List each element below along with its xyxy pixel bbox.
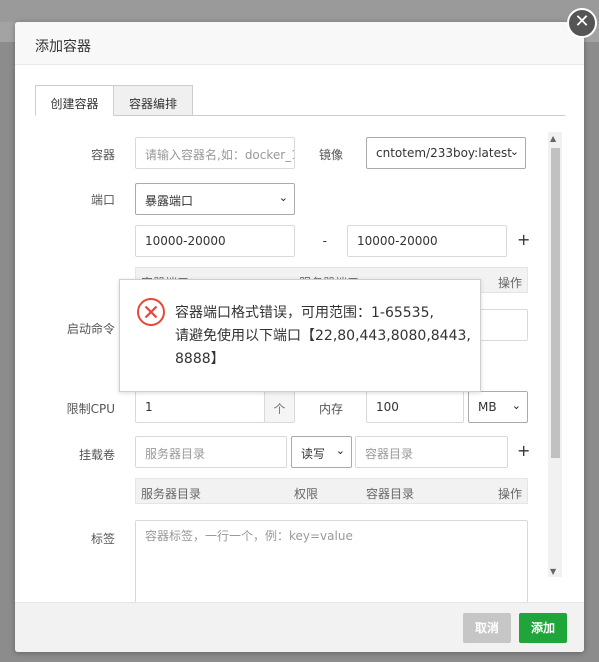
chevron-down-icon: ⌄ [278, 191, 288, 204]
volume-server-dir-input[interactable]: 服务器目录 [135, 436, 287, 468]
tags-textarea[interactable]: 容器标签，一行一个，例：key=value [135, 520, 528, 602]
cpu-label: 限制CPU [66, 402, 115, 416]
port-label: 端口 [90, 193, 115, 207]
volume-container-dir-input[interactable]: 容器目录 [355, 436, 508, 468]
chevron-down-icon: ⌄ [511, 399, 521, 412]
volume-table-col-action: 操作 [497, 487, 522, 501]
cpu-input[interactable]: 1 [135, 391, 265, 423]
container-port-range-input[interactable]: 10000-20000 [135, 225, 295, 257]
tab-bar: 创建容器 容器编排 [35, 85, 565, 116]
scroll-up-arrow-icon[interactable]: ▲ [550, 134, 556, 143]
port-range-separator: - [322, 234, 327, 248]
image-select[interactable]: cntotem/233boy:latest ⌄ [366, 137, 526, 169]
tags-label: 标签 [90, 532, 115, 546]
volume-table-col-permission: 权限 [294, 487, 319, 501]
form-scrollbar-thumb[interactable] [551, 148, 560, 458]
memory-unit-select[interactable]: MB ⌄ [468, 391, 528, 423]
tab-container-orchestration[interactable]: 容器编排 [114, 85, 193, 116]
port-mode-value: 暴露端口 [145, 194, 194, 208]
memory-label: 内存 [318, 402, 343, 416]
chevron-down-icon: ⌄ [509, 145, 519, 158]
memory-input[interactable]: 100 [366, 391, 464, 423]
container-label: 容器 [90, 148, 115, 162]
close-icon[interactable]: ✕ [567, 8, 597, 38]
background-page-strip [0, 0, 599, 22]
error-message-line-2: 请避免使用以下端口【22,80,443,8080,8443, [175, 328, 471, 344]
tab-create-container[interactable]: 创建容器 [35, 85, 114, 116]
dialog-footer: 取消 添加 [15, 602, 584, 652]
volume-permission-select[interactable]: 读写 ⌄ [291, 436, 352, 468]
cancel-button[interactable]: 取消 [463, 613, 511, 643]
add-button[interactable]: 添加 [519, 613, 567, 643]
error-message-line-1: 容器端口格式错误，可用范围：1-65535, [175, 305, 434, 321]
command-label: 启动命令 [66, 322, 115, 336]
error-toast: 容器端口格式错误，可用范围：1-65535, 请避免使用以下端口【22,80,4… [119, 279, 481, 392]
add-port-button[interactable]: + [517, 230, 530, 249]
dialog-title: 添加容器 [15, 22, 584, 65]
image-select-value: cntotem/233boy:latest [376, 146, 512, 160]
image-label: 镜像 [318, 148, 343, 162]
chevron-down-icon: ⌄ [335, 444, 345, 457]
error-message: 容器端口格式错误，可用范围：1-65535, 请避免使用以下端口【22,80,4… [175, 302, 475, 371]
error-icon [137, 298, 165, 326]
volume-table-col-container: 容器目录 [366, 487, 415, 501]
volume-table-header: 服务器目录 权限 容器目录 操作 [135, 478, 528, 504]
server-port-range-input[interactable]: 10000-20000 [347, 225, 507, 257]
port-table-col-action: 操作 [497, 276, 522, 290]
add-volume-button[interactable]: + [517, 441, 530, 460]
cpu-stepper[interactable]: 个 [264, 391, 295, 423]
volume-permission-value: 读写 [301, 447, 326, 461]
port-mode-select[interactable]: 暴露端口 ⌄ [135, 183, 295, 215]
scroll-down-arrow-icon[interactable]: ▼ [550, 567, 556, 576]
container-name-input[interactable]: 请输入容器名,如：docker_1 [135, 137, 295, 169]
error-message-line-3: 8888】 [175, 351, 225, 367]
volume-label: 挂载卷 [78, 448, 115, 462]
volume-table-col-server: 服务器目录 [141, 487, 202, 501]
memory-unit-value: MB [478, 400, 497, 414]
